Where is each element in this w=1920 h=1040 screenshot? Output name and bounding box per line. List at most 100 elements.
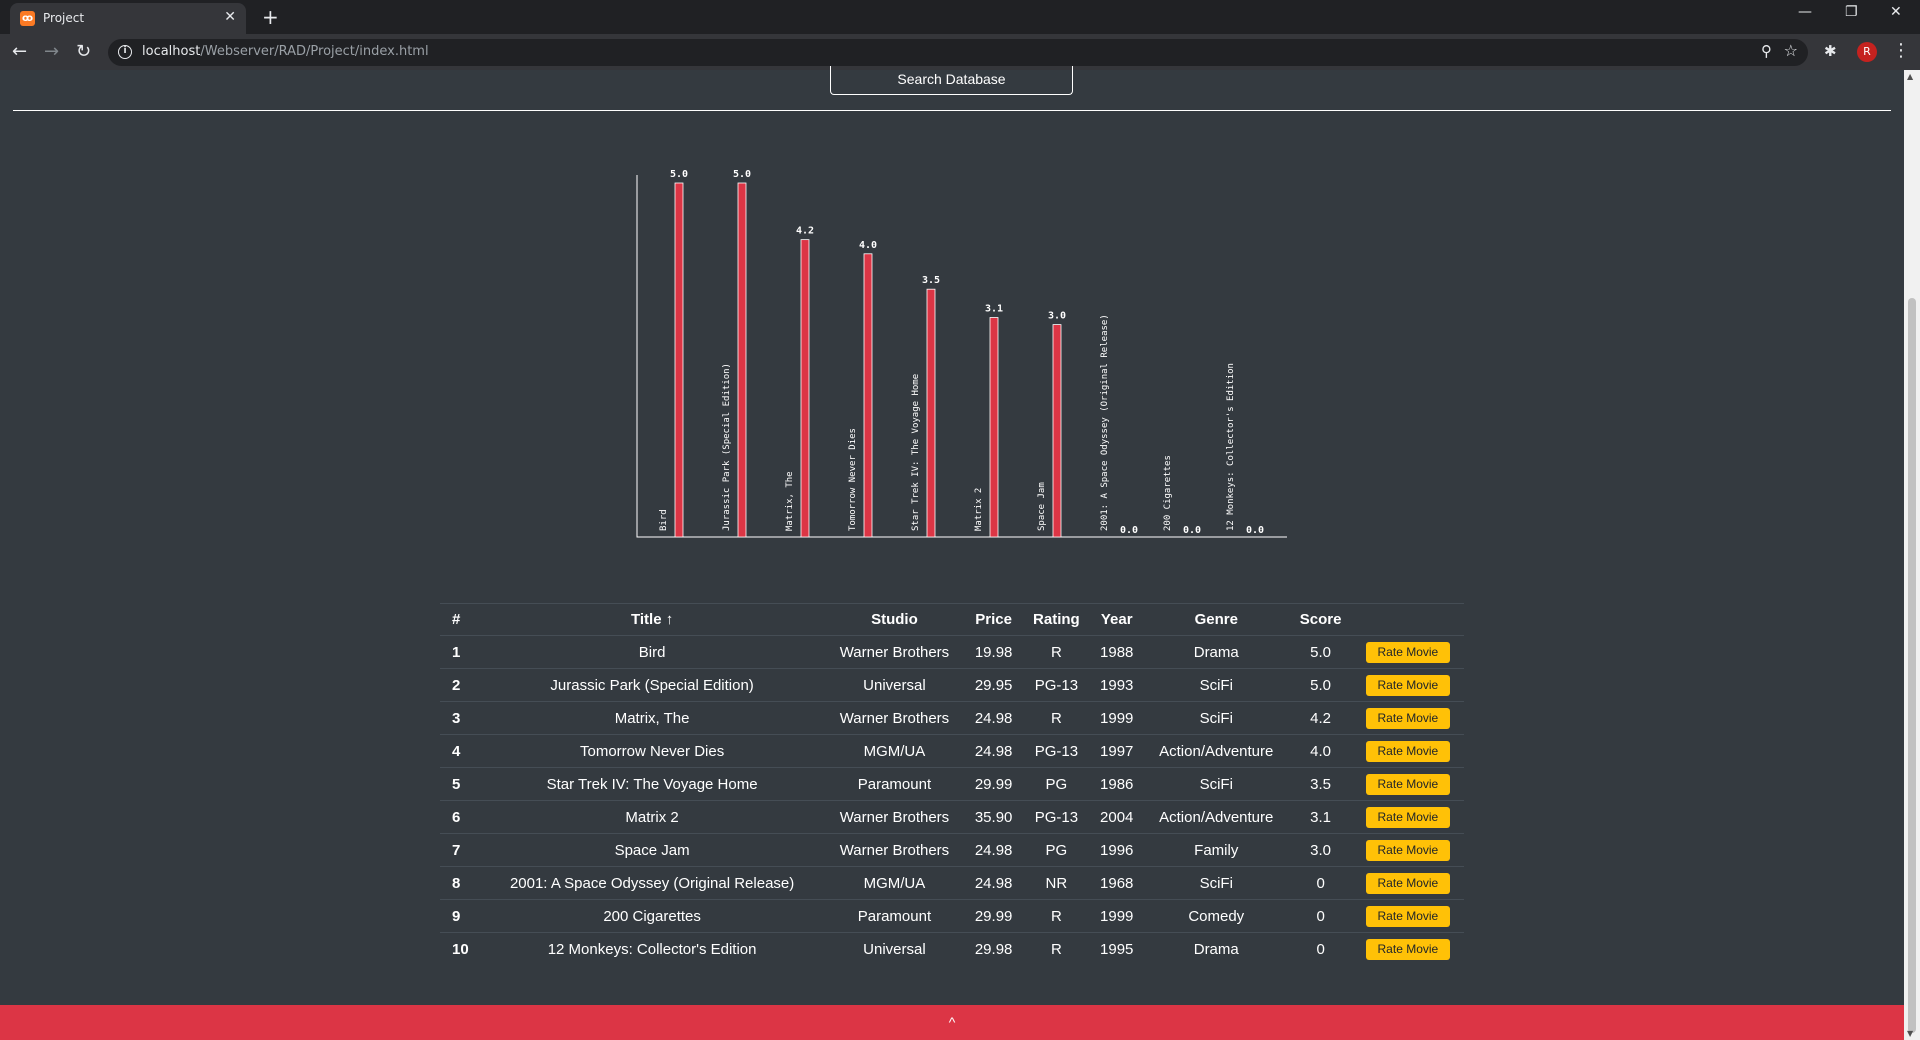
table-row: 3 Matrix, The Warner Brothers 24.98 R 1999 Sci…: [440, 701, 1464, 735]
chart-bar: [863, 253, 873, 538]
cell-studio: Paramount: [823, 899, 965, 933]
chart-bar: [989, 317, 999, 538]
rate-movie-button[interactable]: Rate Movie: [1365, 839, 1451, 861]
chart-value-label: 3.1: [985, 304, 1003, 315]
browser-tab[interactable]: ꝏ Project ✕: [10, 3, 246, 34]
cell-year: 1999: [1090, 701, 1144, 735]
cell-action: Rate Movie: [1351, 734, 1464, 768]
rate-movie-button[interactable]: Rate Movie: [1365, 905, 1451, 927]
cell-rating: PG-13: [1022, 800, 1091, 834]
address-bar[interactable]: i localhost/Webserver/RAD/Project/index.…: [108, 39, 1808, 66]
header-year[interactable]: Year: [1090, 603, 1144, 636]
cell-genre: SciFi: [1143, 668, 1290, 702]
minimize-icon[interactable]: —: [1798, 4, 1812, 20]
zoom-icon[interactable]: ⚲: [1761, 42, 1772, 60]
movies-table: # Title ↑ Studio Price Rating Year Genre…: [440, 603, 1464, 966]
table-row: 9 200 Cigarettes Paramount 29.99 R 1999 Comedy…: [440, 899, 1464, 933]
cell-number: 3: [440, 701, 481, 735]
table-row: 1 Bird Warner Brothers 19.98 R 1988 Drama 5.0 Ra…: [440, 635, 1464, 669]
chart-value-label: 0.0: [1120, 525, 1138, 536]
extensions-icon[interactable]: ✱: [1824, 42, 1837, 60]
rate-movie-button[interactable]: Rate Movie: [1365, 641, 1451, 663]
cell-action: Rate Movie: [1351, 866, 1464, 900]
back-to-top-bar[interactable]: ^: [0, 1005, 1904, 1040]
cell-genre: Action/Adventure: [1143, 734, 1290, 768]
cell-number: 10: [440, 932, 481, 966]
chart-category-label: Jurassic Park (Special Edition): [722, 363, 732, 531]
cell-genre: Family: [1143, 833, 1290, 867]
ratings-bar-chart: 5.0 Bird 5.0 Jurassic Park (Special Edition…: [636, 169, 1287, 538]
header-rating[interactable]: Rating: [1022, 603, 1091, 636]
window-close-icon[interactable]: ✕: [1890, 4, 1902, 20]
cell-genre: Drama: [1143, 635, 1290, 669]
chart-bar: [1052, 324, 1062, 538]
cell-action: Rate Movie: [1351, 701, 1464, 735]
cell-genre: SciFi: [1143, 701, 1290, 735]
rate-movie-button[interactable]: Rate Movie: [1365, 773, 1451, 795]
cell-action: Rate Movie: [1351, 899, 1464, 933]
new-tab-icon[interactable]: +: [262, 5, 279, 29]
chart-category-label: Matrix 2: [974, 488, 984, 531]
scroll-thumb[interactable]: [1908, 298, 1916, 1033]
table-row: 7 Space Jam Warner Brothers 24.98 PG 1996 Fami…: [440, 833, 1464, 867]
browser-menu-icon[interactable]: ⋮: [1892, 40, 1910, 61]
reload-icon[interactable]: ↻: [76, 41, 91, 62]
header-genre[interactable]: Genre: [1143, 603, 1290, 636]
cell-score: 3.5: [1289, 767, 1352, 801]
cell-rating: R: [1022, 635, 1091, 669]
header-number[interactable]: #: [440, 603, 481, 636]
cell-price: 29.99: [964, 899, 1023, 933]
cell-number: 4: [440, 734, 481, 768]
chart-value-label: 0.0: [1246, 525, 1264, 536]
scroll-up-icon[interactable]: ▲: [1907, 72, 1913, 81]
cell-rating: PG-13: [1022, 734, 1091, 768]
header-score[interactable]: Score: [1289, 603, 1352, 636]
table-header-row: # Title ↑ Studio Price Rating Year Genre…: [440, 603, 1464, 636]
profile-avatar[interactable]: R: [1857, 42, 1877, 62]
header-price[interactable]: Price: [964, 603, 1023, 636]
rate-movie-button[interactable]: Rate Movie: [1365, 938, 1451, 960]
rate-movie-button[interactable]: Rate Movie: [1365, 707, 1451, 729]
back-icon[interactable]: ←: [12, 41, 27, 62]
chart-value-label: 5.0: [733, 169, 751, 180]
cell-genre: Comedy: [1143, 899, 1290, 933]
rate-movie-button[interactable]: Rate Movie: [1365, 674, 1451, 696]
table-row: 5 Star Trek IV: The Voyage Home Paramount 2…: [440, 767, 1464, 801]
rate-movie-button[interactable]: Rate Movie: [1365, 872, 1451, 894]
cell-title: Matrix 2: [480, 800, 824, 834]
tab-close-icon[interactable]: ✕: [224, 9, 236, 25]
chart-category-label: Tomorrow Never Dies: [848, 428, 858, 531]
rate-movie-button[interactable]: Rate Movie: [1365, 740, 1451, 762]
restore-icon[interactable]: ❐: [1845, 4, 1858, 20]
cell-year: 1993: [1090, 668, 1144, 702]
rate-movie-button[interactable]: Rate Movie: [1365, 806, 1451, 828]
cell-rating: R: [1022, 701, 1091, 735]
chart-category-label: 12 Monkeys: Collector's Edition: [1226, 363, 1236, 531]
header-studio[interactable]: Studio: [823, 603, 965, 636]
cell-genre: Action/Adventure: [1143, 800, 1290, 834]
cell-action: Rate Movie: [1351, 932, 1464, 966]
cell-year: 1968: [1090, 866, 1144, 900]
cell-title: Space Jam: [480, 833, 824, 867]
cell-score: 5.0: [1289, 668, 1352, 702]
cell-title: Bird: [480, 635, 824, 669]
scroll-down-icon[interactable]: ▼: [1907, 1029, 1913, 1038]
bookmark-star-icon[interactable]: ☆: [1784, 41, 1798, 60]
url-text[interactable]: localhost/Webserver/RAD/Project/index.ht…: [142, 44, 429, 59]
cell-score: 5.0: [1289, 635, 1352, 669]
cell-score: 0: [1289, 866, 1352, 900]
page-scrollbar[interactable]: ▲ ▼: [1904, 70, 1920, 1040]
cell-studio: Warner Brothers: [823, 701, 965, 735]
cell-score: 4.0: [1289, 734, 1352, 768]
cell-studio: Universal: [823, 668, 965, 702]
chart-bar: [800, 239, 810, 538]
divider: [13, 110, 1891, 111]
header-title[interactable]: Title ↑: [480, 603, 824, 636]
chart-value-label: 5.0: [670, 169, 688, 180]
cell-price: 24.98: [964, 701, 1023, 735]
forward-icon[interactable]: →: [44, 41, 59, 62]
info-icon[interactable]: i: [118, 45, 132, 59]
cell-rating: NR: [1022, 866, 1091, 900]
chart-value-label: 3.5: [922, 275, 940, 286]
search-database-button[interactable]: Search Database: [830, 66, 1073, 95]
